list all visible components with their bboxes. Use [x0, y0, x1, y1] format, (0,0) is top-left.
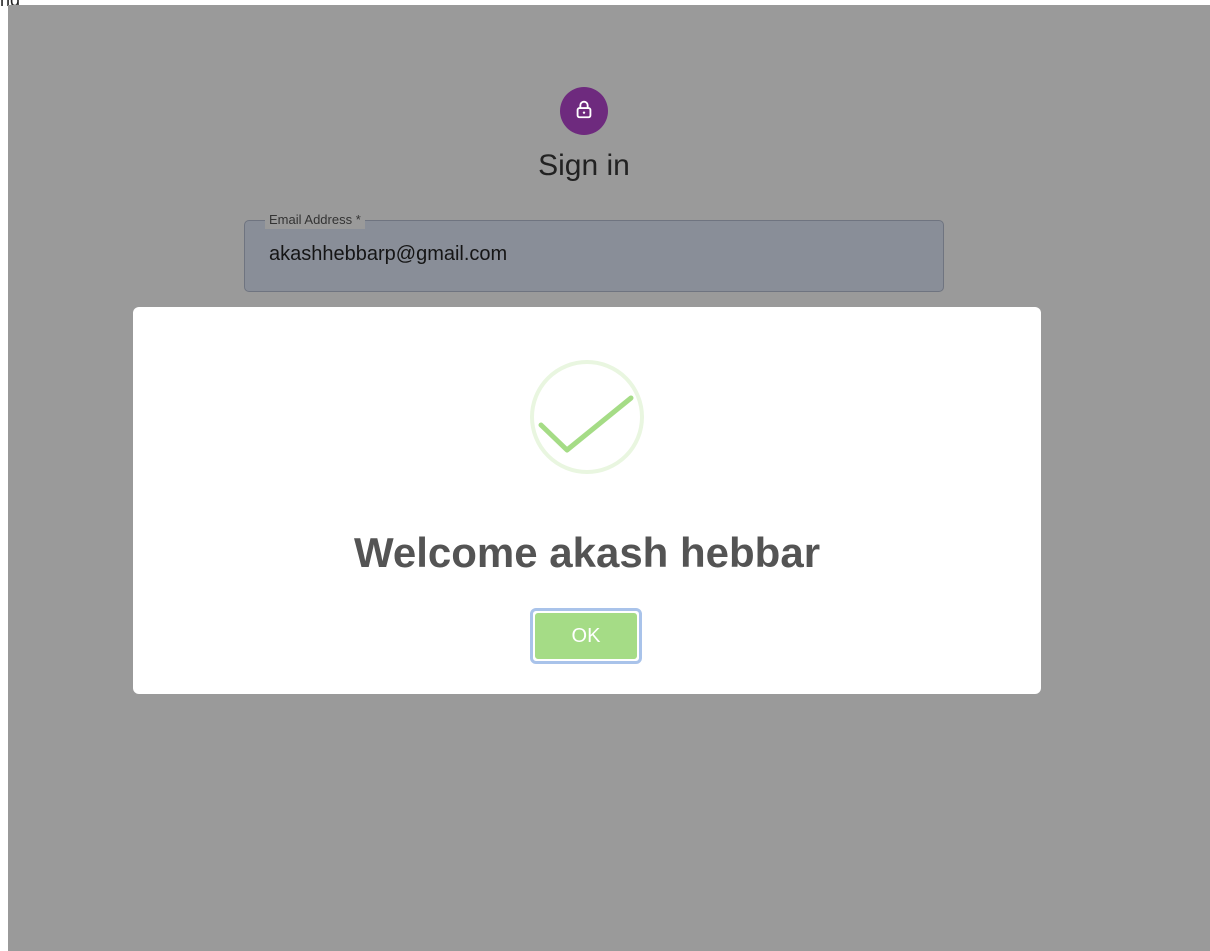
welcome-message: Welcome akash hebbar	[353, 529, 821, 576]
ok-button-label: OK	[535, 613, 637, 659]
check-circle-icon	[507, 359, 667, 479]
ok-button[interactable]: OK	[530, 608, 642, 664]
avatar	[560, 87, 608, 135]
lock-icon	[573, 98, 595, 125]
welcome-dialog: Welcome akash hebbar OK	[133, 307, 1041, 694]
email-field[interactable]: Email Address * akashhebbarp@gmail.com	[244, 211, 944, 292]
email-label: Email Address *	[265, 211, 365, 229]
page-title: Sign in	[538, 149, 630, 182]
email-value[interactable]: akashhebbarp@gmail.com	[269, 243, 507, 266]
